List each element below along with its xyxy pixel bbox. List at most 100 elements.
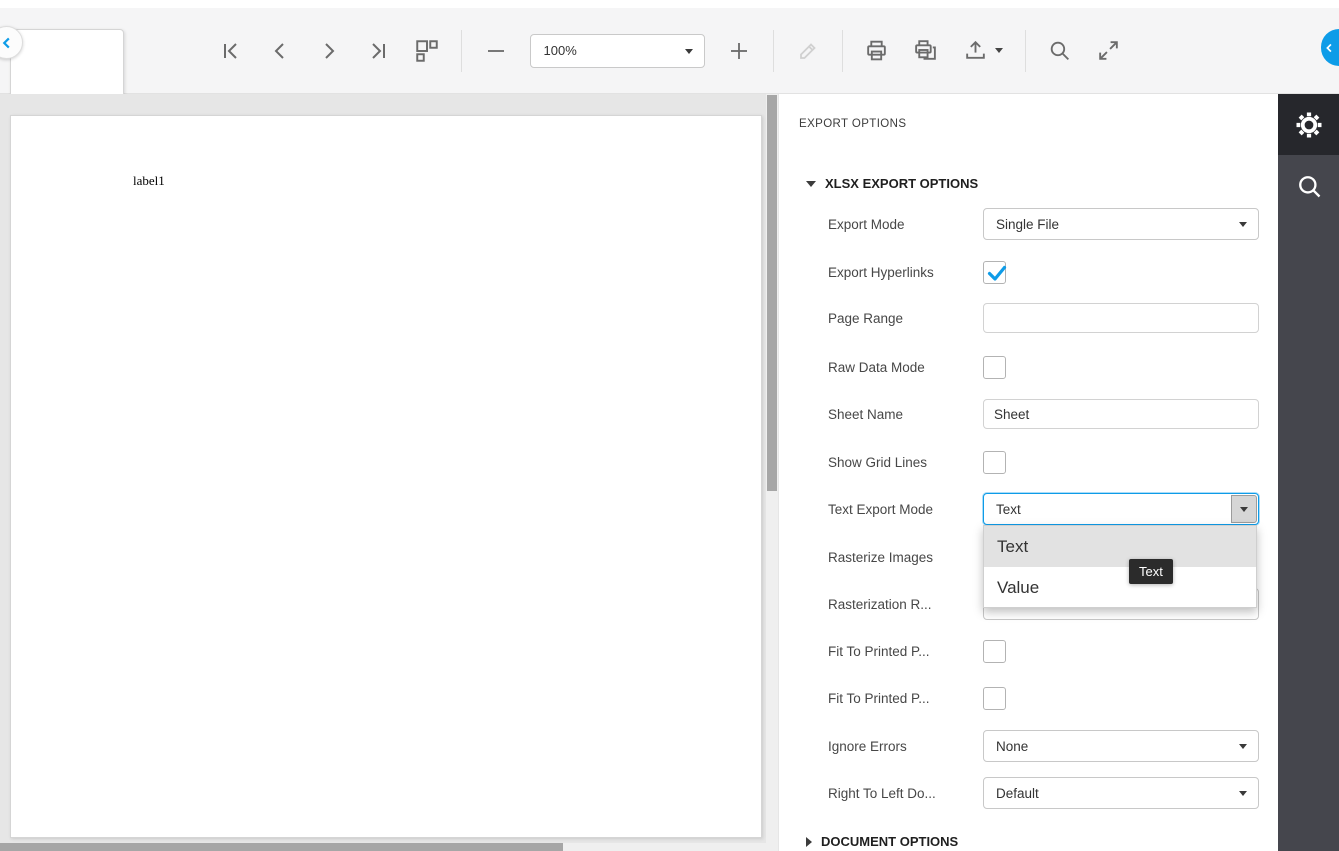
field-label: Fit To Printed P... (828, 644, 983, 659)
field-right-to-left: Right To Left Do... Default (828, 777, 1259, 809)
vertical-scrollbar-thumb[interactable] (767, 95, 777, 491)
field-sheet-name: Sheet Name (828, 398, 1259, 430)
field-label: Rasterize Images (828, 550, 983, 565)
sheet-name-input[interactable] (983, 399, 1259, 429)
field-label: Export Hyperlinks (828, 265, 983, 280)
select-value: Single File (996, 217, 1059, 232)
tab-export-options[interactable] (1278, 94, 1339, 155)
chevron-down-icon (685, 49, 693, 54)
check-icon (985, 261, 1009, 285)
last-page-icon (366, 39, 390, 63)
search-icon (1047, 38, 1072, 63)
horizontal-scrollbar[interactable] (0, 843, 778, 851)
zoom-selector[interactable]: 100% (530, 34, 705, 68)
tab-search[interactable] (1278, 155, 1339, 216)
field-label: Show Grid Lines (828, 455, 983, 470)
zoom-selector-value: 100% (544, 43, 577, 58)
toolbar-separator (1025, 30, 1026, 72)
edit-document-button (793, 36, 823, 66)
zoom-out-icon (484, 39, 508, 63)
field-label: Page Range (828, 311, 983, 326)
horizontal-scrollbar-thumb[interactable] (0, 843, 563, 851)
raw-data-mode-checkbox[interactable] (983, 356, 1006, 379)
chevron-down-icon (1239, 744, 1247, 749)
select-value: Default (996, 786, 1039, 801)
zoom-in-icon (727, 39, 751, 63)
section-document-options[interactable]: DOCUMENT OPTIONS (806, 834, 958, 849)
fit-to-printed-page-checkbox[interactable] (983, 640, 1006, 663)
export-button[interactable] (960, 36, 1006, 66)
field-label: Ignore Errors (828, 739, 983, 754)
export-mode-select[interactable]: Single File (983, 208, 1259, 240)
field-fit-to-printed-page-2: Fit To Printed P... (828, 682, 1259, 714)
toolbar-buttons: 1 of 1 (0, 8, 1339, 93)
section-title: DOCUMENT OPTIONS (821, 834, 958, 849)
toolbar: 1 of 1 (0, 8, 1339, 94)
ignore-errors-select[interactable]: None (983, 730, 1259, 762)
right-sidebar (1278, 94, 1339, 851)
fullscreen-icon (1096, 38, 1121, 63)
export-icon (963, 38, 988, 63)
toolbar-separator (773, 30, 774, 72)
field-fit-to-printed-page-1: Fit To Printed P... (828, 635, 1259, 667)
multipage-view-button[interactable] (412, 36, 442, 66)
dropdown-item-text[interactable]: Text (984, 526, 1256, 567)
print-page-button[interactable] (911, 36, 941, 66)
vertical-scrollbar[interactable] (766, 94, 778, 843)
zoom-in-button[interactable] (724, 36, 754, 66)
chevron-down-icon (1240, 507, 1248, 512)
chevron-down-icon (1239, 791, 1247, 796)
field-ignore-errors: Ignore Errors None (828, 730, 1259, 762)
combo-value: Text (996, 502, 1021, 517)
show-grid-lines-checkbox[interactable] (983, 451, 1006, 474)
print-button[interactable] (862, 36, 892, 66)
chevron-down-icon (995, 48, 1003, 53)
previous-page-icon (268, 39, 292, 63)
field-show-grid-lines: Show Grid Lines (828, 446, 1259, 478)
multipage-view-icon (414, 38, 440, 64)
field-label: Raw Data Mode (828, 360, 983, 375)
section-xlsx-export-options[interactable]: XLSX EXPORT OPTIONS (806, 176, 978, 191)
field-label: Fit To Printed P... (828, 691, 983, 706)
expand-triangle-icon (806, 837, 812, 847)
next-page-button[interactable] (314, 36, 344, 66)
dropdown-item-tooltip: Text (1129, 559, 1173, 584)
print-icon (864, 38, 889, 63)
edit-icon (796, 39, 820, 63)
field-label: Export Mode (828, 217, 983, 232)
field-raw-data-mode: Raw Data Mode (828, 351, 1259, 383)
search-button[interactable] (1045, 36, 1075, 66)
section-title: XLSX EXPORT OPTIONS (825, 176, 978, 191)
field-page-range: Page Range (828, 302, 1259, 334)
field-label: Right To Left Do... (828, 786, 983, 801)
collapse-triangle-icon (806, 181, 816, 187)
right-to-left-select[interactable]: Default (983, 777, 1259, 809)
report-viewer: 1 of 1 (0, 0, 1339, 851)
export-hyperlinks-checkbox[interactable] (983, 261, 1006, 284)
dropdown-item-value[interactable]: Value (984, 567, 1256, 608)
fit-to-printed-page-checkbox[interactable] (983, 687, 1006, 710)
combo-dropdown-button[interactable] (1231, 495, 1257, 523)
toolbar-separator (461, 30, 462, 72)
chevron-left-icon (0, 32, 18, 54)
field-label: Text Export Mode (828, 502, 983, 517)
previous-page-button[interactable] (265, 36, 295, 66)
toolbar-separator (842, 30, 843, 72)
first-page-button[interactable] (216, 36, 246, 66)
zoom-out-button[interactable] (481, 36, 511, 66)
print-page-icon (913, 38, 938, 63)
gear-icon (1294, 110, 1324, 140)
field-label: Sheet Name (828, 407, 983, 422)
last-page-button[interactable] (363, 36, 393, 66)
search-icon (1295, 172, 1323, 200)
text-export-mode-dropdown: Text Value (983, 525, 1257, 608)
first-page-icon (219, 39, 243, 63)
field-label: Rasterization R... (828, 597, 983, 612)
fullscreen-button[interactable] (1094, 36, 1124, 66)
next-page-icon (317, 39, 341, 63)
page-range-input[interactable] (983, 303, 1259, 333)
chevron-left-icon (1321, 39, 1338, 57)
field-export-hyperlinks: Export Hyperlinks (828, 256, 1259, 288)
text-export-mode-combo[interactable]: Text (983, 493, 1259, 525)
export-options-panel: EXPORT OPTIONS XLSX EXPORT OPTIONS Expor… (778, 94, 1278, 851)
